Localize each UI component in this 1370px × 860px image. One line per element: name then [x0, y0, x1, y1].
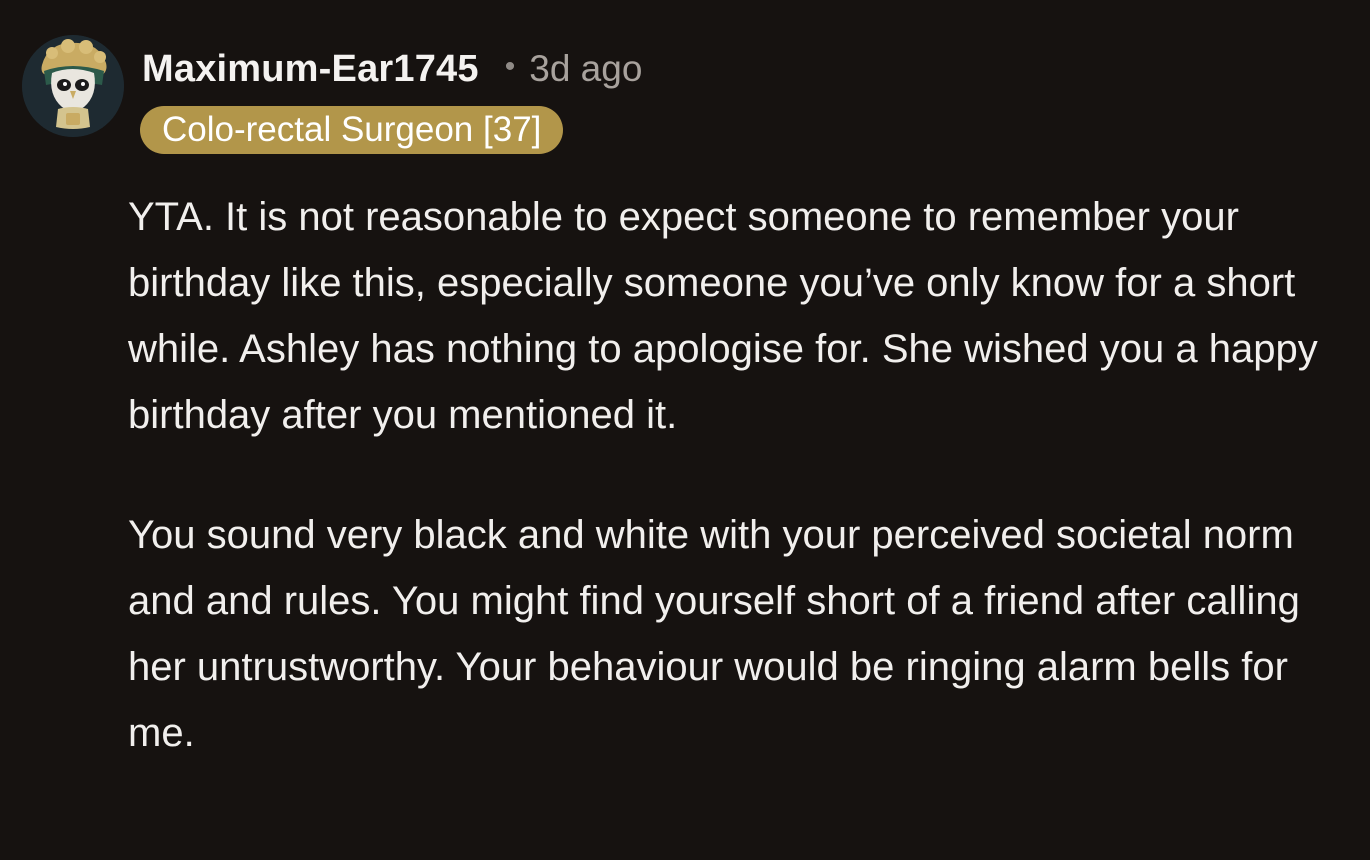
- meta-separator: •: [504, 50, 516, 83]
- comment-paragraph: You sound very black and white with your…: [128, 513, 1300, 755]
- username-link[interactable]: Maximum-Ear1745: [142, 48, 479, 91]
- comment-timestamp[interactable]: 3d ago: [529, 48, 642, 90]
- user-flair-badge[interactable]: Colo-rectal Surgeon [37]: [140, 106, 564, 154]
- comment-paragraph: YTA. It is not reasonable to expect some…: [128, 195, 1318, 437]
- comment-body: YTA. It is not reasonable to expect some…: [128, 184, 1348, 766]
- comment: Maximum-Ear1745 • 3d ago Colo-rectal Sur…: [0, 0, 1370, 860]
- comment-meta: Maximum-Ear1745 • 3d ago: [142, 44, 642, 94]
- owl-mask-avatar-icon[interactable]: [22, 35, 124, 137]
